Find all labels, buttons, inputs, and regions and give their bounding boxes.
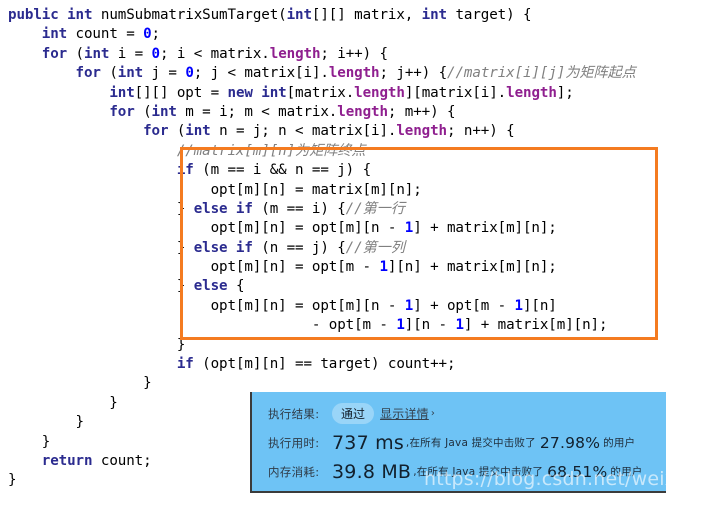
status-badge: 通过	[332, 403, 375, 424]
result-row-verdict: 执行结果: 通过 显示详情 ›	[252, 399, 666, 428]
result-row-memory: 内存消耗: 39.8 MB ,在所有 Java 提交中击败了 68.51% 的用…	[252, 457, 666, 486]
runtime-label: 执行用时:	[268, 435, 320, 450]
code-line: } else if (n == j) {//第一列	[8, 239, 405, 256]
code-line: if (opt[m][n] == target) count++;	[176, 356, 456, 373]
code-line: } else {	[8, 278, 245, 295]
result-verdict-label: 执行结果:	[268, 406, 320, 421]
code-line: }	[8, 336, 186, 353]
memory-suffix-text: 的用户	[610, 466, 643, 478]
code-line: }	[8, 375, 152, 392]
code-line: for (int j = 0; j < matrix[i].length; j+…	[75, 65, 636, 82]
memory-percentile: 68.51%	[547, 462, 608, 481]
code-line: } else if (m == i) {//第一行	[8, 200, 405, 217]
runtime-suffix-text: 的用户	[603, 437, 636, 449]
code-line: opt[m][n] = opt[m][n - 1] + opt[m - 1][n…	[8, 297, 557, 314]
chevron-right-icon[interactable]: ›	[431, 408, 435, 419]
runtime-value: 737 ms	[332, 431, 404, 454]
code-line: opt[m][n] = opt[m][n - 1] + matrix[m][n]…	[8, 220, 557, 237]
code-line: if (m == i && n == j) {	[176, 162, 372, 179]
code-line: for (int n = j; n < matrix[i].length; n+…	[143, 123, 515, 140]
show-detail-link[interactable]: 显示详情	[380, 405, 429, 422]
code-line: //matrix[m][n]为矩阵终点	[176, 142, 366, 159]
code-line: int count = 0;	[41, 26, 160, 43]
code-line: int[][] opt = new int[matrix.length][mat…	[109, 84, 574, 101]
submission-result-panel: 执行结果: 通过 显示详情 › 执行用时: 737 ms ,在所有 Java 提…	[250, 392, 666, 493]
memory-value: 39.8 MB	[332, 460, 412, 483]
code-line: opt[m][n] = matrix[m][n];	[8, 181, 422, 198]
runtime-percentile: 27.98%	[539, 433, 601, 452]
runtime-comparison-text: ,在所有 Java 提交中击败了	[405, 437, 536, 449]
code-line: - opt[m - 1][n - 1] + matrix[m][n];	[8, 317, 608, 334]
memory-label: 内存消耗:	[268, 464, 320, 479]
memory-comparison-text: ,在所有 Java 提交中击败了	[413, 466, 544, 478]
code-line: for (int m = i; m < matrix.length; m++) …	[109, 103, 456, 120]
result-row-runtime: 执行用时: 737 ms ,在所有 Java 提交中击败了 27.98% 的用户	[252, 428, 666, 457]
code-line: public int numSubmatrixSumTarget(int[][]…	[8, 7, 532, 23]
code-line: opt[m][n] = opt[m - 1][n] + matrix[m][n]…	[8, 259, 557, 276]
code-line: for (int i = 0; i < matrix.length; i++) …	[41, 45, 388, 62]
